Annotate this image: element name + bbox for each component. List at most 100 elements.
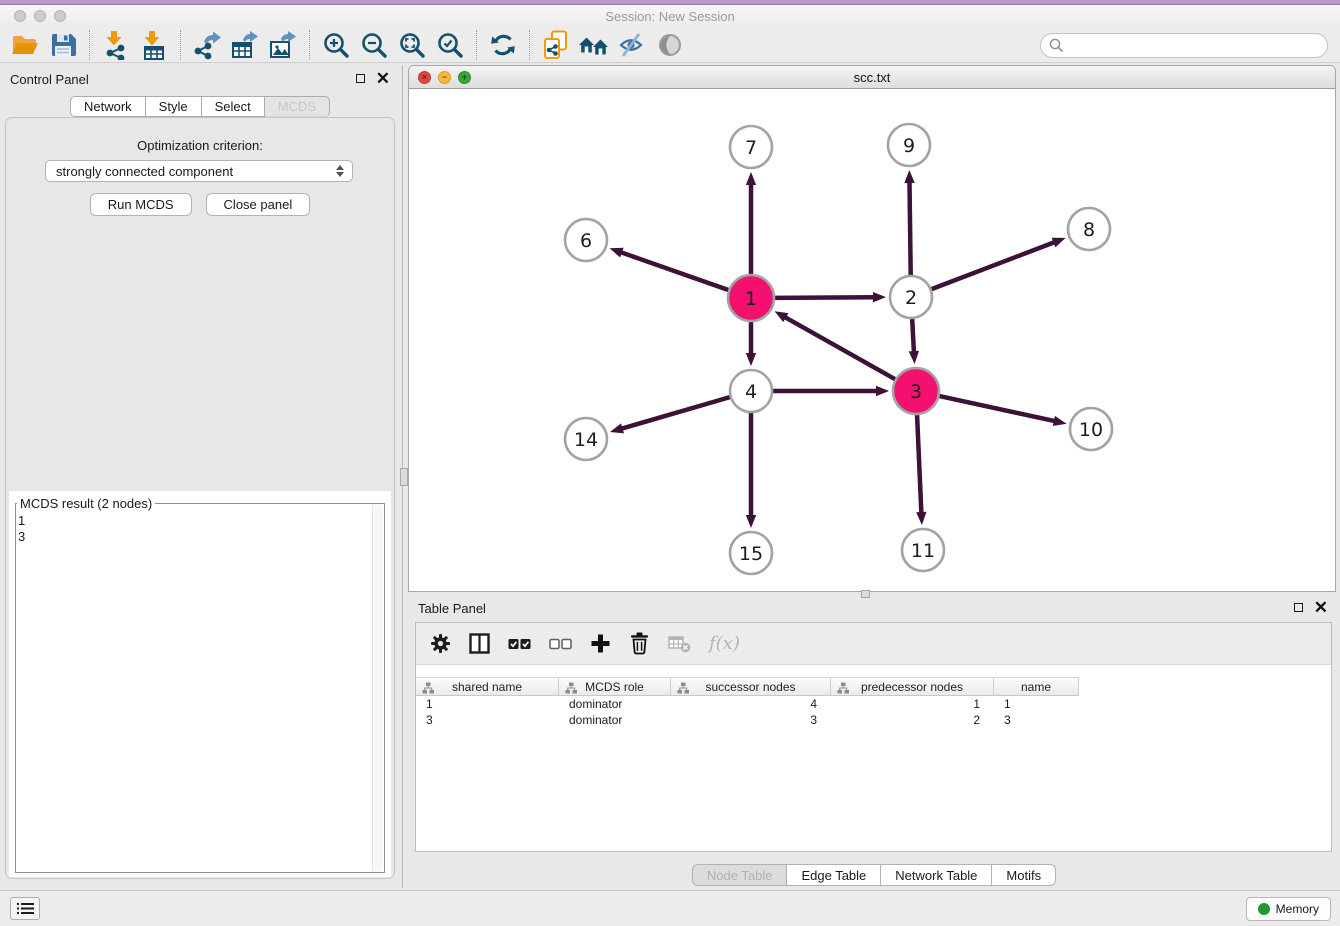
table-cell[interactable]: 1 (994, 696, 1079, 712)
node-table: f(x) shared name MCDS role successor nodes… (415, 622, 1332, 852)
mcds-result-scrollbar[interactable] (372, 505, 383, 871)
optimization-criterion-value: strongly connected component (56, 164, 233, 179)
apply-function-icon[interactable]: f(x) (709, 629, 740, 659)
network-window-titlebar[interactable]: × − + scc.txt (409, 66, 1335, 89)
settings-gear-icon[interactable] (430, 629, 451, 659)
optimization-criterion-select[interactable]: strongly connected component (45, 160, 353, 182)
save-session-icon[interactable] (44, 30, 82, 60)
tab-mcds[interactable]: MCDS (265, 96, 330, 117)
graph-edge-3-11[interactable] (917, 415, 921, 514)
export-table-icon[interactable] (226, 30, 264, 60)
graph-edge-3-10[interactable] (939, 396, 1055, 421)
select-stepper-icon (336, 165, 344, 177)
hide-selected-icon[interactable] (613, 30, 651, 60)
table-row[interactable]: 1dominator411 (416, 696, 1331, 712)
table-cell[interactable]: dominator (559, 712, 671, 728)
tab-network[interactable]: Network (70, 96, 146, 117)
first-neighbors-icon[interactable] (575, 30, 613, 60)
deselect-all-checks-icon[interactable] (549, 629, 572, 659)
status-bar: Memory (0, 890, 1340, 926)
select-all-checks-icon[interactable] (508, 629, 531, 659)
table-cell[interactable]: 1 (831, 696, 994, 712)
add-row-icon[interactable] (590, 629, 611, 659)
tab-edge-table[interactable]: Edge Table (787, 864, 881, 886)
open-session-icon[interactable] (6, 30, 44, 60)
refresh-view-icon[interactable] (484, 30, 522, 60)
export-network-icon[interactable] (188, 30, 226, 60)
close-panel-icon[interactable]: ✕ (376, 73, 390, 84)
network-window-title: scc.txt (409, 70, 1335, 85)
mcds-panel: Optimization criterion: strongly connect… (5, 117, 395, 879)
tab-select[interactable]: Select (202, 96, 265, 117)
graph-edge-arrowhead (1052, 238, 1066, 248)
table-cell[interactable]: 3 (671, 712, 831, 728)
graph-node-label-6: 6 (580, 230, 592, 252)
column-header-predecessor-nodes[interactable]: predecessor nodes (831, 677, 994, 696)
graph-edge-3-1[interactable] (784, 317, 895, 380)
table-cell[interactable]: 2 (831, 712, 994, 728)
column-header-successor-nodes[interactable]: successor nodes (671, 677, 831, 696)
zoom-out-icon[interactable] (355, 30, 393, 60)
table-header-row: shared name MCDS role successor nodesprede… (416, 677, 1079, 696)
column-header-name[interactable]: name (994, 677, 1079, 696)
delete-table-icon[interactable] (668, 629, 691, 659)
export-image-icon[interactable] (264, 30, 302, 60)
float-panel-icon[interactable] (356, 74, 365, 83)
toggle-graphics-details-icon[interactable] (651, 30, 689, 60)
table-body: 1dominator4113dominator323 (416, 696, 1331, 728)
toolbar-separator (476, 30, 477, 60)
zoom-selected-icon[interactable] (431, 30, 469, 60)
horizontal-splitter-grip[interactable] (861, 590, 870, 598)
column-header-MCDS-role[interactable]: MCDS role (559, 677, 671, 696)
graph-node-label-14: 14 (574, 429, 598, 451)
run-mcds-button[interactable]: Run MCDS (90, 193, 192, 216)
graph-edge-4-14[interactable] (621, 397, 730, 429)
tab-node-table[interactable]: Node Table (692, 864, 788, 886)
control-panel: Control Panel ✕ Network Style Select MCD… (0, 65, 400, 888)
mcds-buttons: Run MCDS Close panel (6, 193, 394, 216)
table-cell[interactable]: 3 (416, 712, 559, 728)
tab-style[interactable]: Style (146, 96, 202, 117)
float-table-panel-icon[interactable] (1294, 603, 1303, 612)
network-canvas[interactable]: 7968124314101511 (409, 89, 1335, 591)
zoom-fit-icon[interactable] (393, 30, 431, 60)
tab-network-table[interactable]: Network Table (881, 864, 992, 886)
column-header-shared-name[interactable]: shared name (416, 677, 559, 696)
search-box[interactable] (1040, 33, 1328, 58)
graph-edge-2-3[interactable] (912, 319, 914, 353)
import-network-icon[interactable] (97, 30, 135, 60)
show-columns-icon[interactable] (469, 629, 490, 659)
import-table-icon[interactable] (135, 30, 173, 60)
close-table-panel-icon[interactable]: ✕ (1314, 602, 1328, 613)
graph-edge-2-9[interactable] (909, 181, 910, 275)
zoom-in-icon[interactable] (317, 30, 355, 60)
graph-edge-1-2[interactable] (775, 297, 875, 298)
table-cell[interactable]: 3 (994, 712, 1079, 728)
column-header-label: MCDS role (585, 680, 644, 694)
tab-motifs[interactable]: Motifs (992, 864, 1056, 886)
table-row[interactable]: 3dominator323 (416, 712, 1331, 728)
memory-button[interactable]: Memory (1246, 897, 1331, 921)
graph-edge-arrowhead (1053, 416, 1067, 426)
graph-edge-arrowhead (746, 353, 756, 366)
task-history-button[interactable] (10, 897, 40, 920)
table-cell[interactable]: 1 (416, 696, 559, 712)
graph-edge-2-8[interactable] (932, 242, 1056, 289)
table-cell[interactable]: dominator (559, 696, 671, 712)
graph-edge-1-6[interactable] (620, 252, 728, 290)
clone-network-icon[interactable] (537, 30, 575, 60)
vertical-splitter-grip[interactable] (400, 468, 408, 486)
search-input[interactable] (1069, 36, 1327, 56)
mcds-result-panel: MCDS result (2 nodes) 13 (9, 491, 391, 877)
titlebar[interactable]: Session: New Session (0, 5, 1340, 28)
vertical-splitter[interactable] (400, 65, 408, 888)
control-panel-window-buttons: ✕ (356, 73, 390, 84)
delete-row-icon[interactable] (629, 629, 650, 659)
graph-edge-arrowhead (610, 423, 624, 433)
graph-edge-arrowhead (610, 248, 624, 258)
column-tree-icon (837, 682, 849, 694)
graph-node-label-1: 1 (745, 288, 757, 310)
close-panel-button[interactable]: Close panel (206, 193, 311, 216)
table-cell[interactable]: 4 (671, 696, 831, 712)
mcds-result-line: 3 (18, 529, 25, 545)
